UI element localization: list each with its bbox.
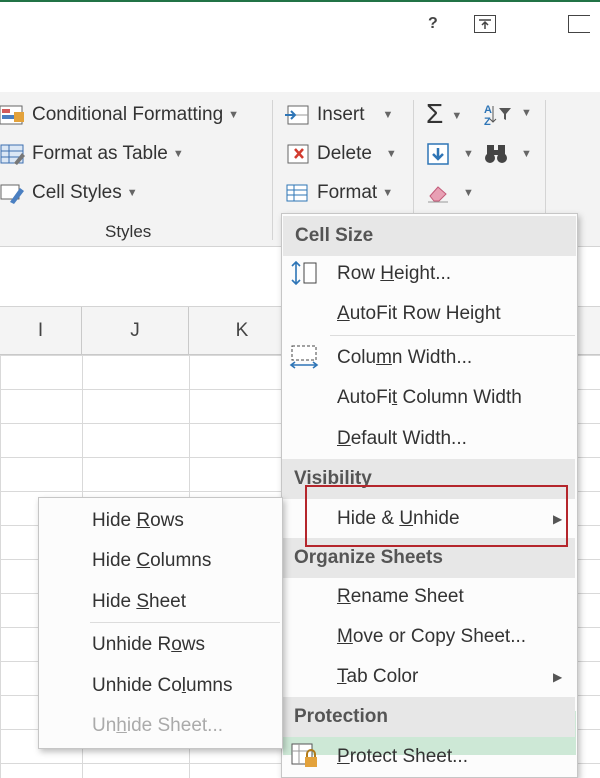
chevron-down-icon: ▼: [521, 148, 532, 160]
format-button-content[interactable]: Format ▼: [285, 182, 393, 204]
row-height-icon: [290, 260, 318, 291]
format-as-table-label: Format as Table: [32, 143, 168, 165]
chevron-down-icon: ▼: [521, 107, 532, 119]
menu-separator: [90, 622, 280, 623]
column-header-i[interactable]: I: [0, 307, 82, 355]
clear-button[interactable]: ▼: [426, 182, 474, 204]
column-width-item[interactable]: Column Width...: [337, 347, 472, 369]
format-label: Format: [317, 182, 378, 204]
row-height-item[interactable]: Row Height...: [337, 263, 451, 285]
cell-size-header: Cell Size: [283, 216, 576, 256]
styles-group-label: Styles: [105, 222, 152, 241]
chevron-down-icon: ▼: [385, 148, 397, 160]
hide-sheet-item[interactable]: Hide Sheet: [92, 591, 186, 613]
unhide-columns-item[interactable]: Unhide Columns: [92, 675, 232, 697]
protect-sheet-item[interactable]: Protect Sheet...: [337, 746, 468, 768]
menu-separator: [330, 335, 575, 336]
chevron-down-icon: ▼: [382, 109, 394, 121]
find-select-button[interactable]: ▼: [484, 143, 532, 165]
submenu-arrow-icon: ▶: [553, 512, 563, 526]
ribbon-tabs: w ▼: [0, 40, 600, 119]
chevron-down-icon: ▼: [382, 187, 394, 199]
unhide-rows-item[interactable]: Unhide Rows: [92, 634, 205, 656]
chevron-down-icon: ▼: [126, 187, 138, 199]
title-bar: ?: [0, 0, 600, 40]
sort-filter-icon: AZ: [484, 102, 511, 128]
fill-button[interactable]: ▼: [426, 143, 474, 165]
visibility-header: Visibility: [282, 459, 575, 499]
autosum-icon: Σ: [426, 98, 444, 129]
autosum-button[interactable]: Σ ▼: [426, 100, 462, 130]
chevron-down-icon: ▼: [228, 109, 240, 121]
hide-columns-item[interactable]: Hide Columns: [92, 550, 211, 572]
insert-button[interactable]: Insert ▼: [285, 104, 393, 126]
fill-down-icon: [426, 143, 452, 165]
delete-cells-icon: [285, 143, 311, 165]
group-divider: [272, 100, 273, 240]
column-header-j[interactable]: J: [82, 307, 189, 355]
format-cells-icon: [285, 182, 311, 204]
conditional-formatting-icon: [0, 104, 26, 126]
delete-label: Delete: [317, 143, 372, 165]
protection-header: Protection: [282, 697, 575, 737]
cell-styles-icon: [0, 182, 26, 204]
format-as-table-icon: [0, 143, 26, 165]
cell-styles-button[interactable]: Cell Styles ▼: [0, 182, 138, 204]
hide-unhide-item[interactable]: Hide & Unhide: [337, 508, 460, 530]
submenu-arrow-icon: ▶: [553, 670, 563, 684]
default-width-item[interactable]: Default Width...: [337, 428, 467, 450]
chevron-down-icon: ▼: [451, 109, 463, 122]
minimize-button[interactable]: [568, 15, 590, 33]
column-width-icon: [289, 344, 319, 375]
insert-label: Insert: [317, 104, 365, 126]
ribbon-display-icon: [479, 19, 491, 29]
column-header-k[interactable]: K: [189, 307, 296, 355]
insert-cells-icon: [285, 104, 311, 126]
chevron-down-icon: ▼: [463, 148, 474, 160]
chevron-down-icon: ▼: [463, 187, 474, 199]
tab-color-item[interactable]: Tab Color: [337, 666, 418, 688]
organize-sheets-header: Organize Sheets: [282, 538, 575, 578]
move-copy-sheet-item[interactable]: Move or Copy Sheet...: [337, 626, 526, 648]
autofit-column-width-item[interactable]: AutoFit Column Width: [337, 387, 522, 409]
protect-sheet-icon: [290, 742, 320, 775]
conditional-formatting-label: Conditional Formatting: [32, 104, 224, 126]
hide-rows-item[interactable]: Hide Rows: [92, 510, 184, 532]
rename-sheet-item[interactable]: Rename Sheet: [337, 586, 464, 608]
delete-button[interactable]: Delete ▼: [285, 143, 397, 165]
svg-text:A: A: [484, 104, 492, 116]
autofit-row-height-item[interactable]: AutoFit Row Height: [337, 303, 501, 325]
svg-text:Z: Z: [484, 116, 491, 126]
unhide-sheet-item-disabled: Unhide Sheet...: [92, 715, 223, 736]
eraser-icon: [426, 182, 452, 204]
sort-filter-button[interactable]: AZ ▼: [484, 102, 532, 128]
cell-styles-label: Cell Styles: [32, 182, 122, 204]
chevron-down-icon: ▼: [172, 148, 184, 160]
format-as-table-button[interactable]: Format as Table ▼: [0, 143, 184, 165]
ribbon-display-options-button[interactable]: [474, 15, 496, 33]
binoculars-icon: [484, 143, 510, 165]
help-button[interactable]: ?: [428, 16, 438, 32]
hide-unhide-submenu: [38, 497, 283, 749]
conditional-formatting-button[interactable]: Conditional Formatting ▼: [0, 104, 239, 126]
